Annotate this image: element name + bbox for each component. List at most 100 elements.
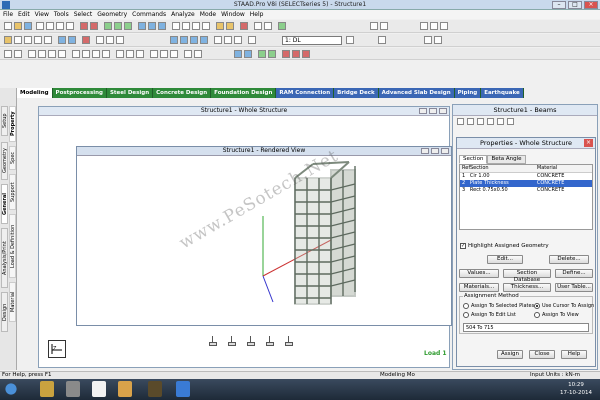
dimension-icon[interactable]	[226, 22, 234, 30]
tab-section[interactable]: Section	[459, 155, 488, 164]
menu-file[interactable]: File	[3, 11, 13, 18]
menu-edit[interactable]: Edit	[18, 11, 30, 18]
table-row[interactable]: 1 Cir 1.00 CONCRETE	[460, 173, 592, 180]
save-icon[interactable]	[24, 22, 32, 30]
tab-piping[interactable]: Piping	[454, 88, 482, 98]
sidebar-tab-design[interactable]: Design	[1, 292, 8, 332]
copy-icon[interactable]	[56, 22, 64, 30]
sidebar-tab-load-definition[interactable]: Load & Definition	[9, 214, 16, 278]
open-file-icon[interactable]	[14, 22, 22, 30]
merge-beams-icon[interactable]	[126, 50, 134, 58]
table-row[interactable]: 3 Rect 0.75x0.50 CONCRETE	[460, 187, 592, 194]
sidebar-tab-property[interactable]: Property	[9, 106, 16, 142]
symbols-icon[interactable]	[258, 50, 266, 58]
beams-toolbar-icon[interactable]	[507, 118, 514, 125]
sidebar-tab-support[interactable]: Support	[9, 174, 16, 210]
rendered-view-window[interactable]: Structure1 - Rendered View	[76, 146, 452, 326]
view-side-icon[interactable]	[182, 22, 190, 30]
snap-node-icon[interactable]	[4, 50, 12, 58]
sidebar-tab-material[interactable]: Material	[9, 282, 16, 322]
select-nodes-icon[interactable]	[104, 22, 112, 30]
select-parallel-icon[interactable]	[106, 36, 114, 44]
zoom-window-icon[interactable]	[190, 36, 198, 44]
use-cursor-radio[interactable]: Use Cursor To Assign	[534, 303, 594, 309]
add-solid-icon[interactable]	[440, 22, 448, 30]
highlight-checkbox[interactable]: ✓	[460, 243, 466, 249]
translational-repeat-icon[interactable]	[28, 50, 36, 58]
radio-dot[interactable]	[534, 303, 540, 309]
highlight-geometry-option[interactable]: ✓ Highlight Assigned Geometry	[460, 243, 549, 249]
delete-button[interactable]: Delete...	[549, 255, 589, 264]
media-player-icon[interactable]	[66, 381, 80, 397]
view-3d-icon[interactable]	[234, 50, 242, 58]
plates-cursor-icon[interactable]	[34, 36, 42, 44]
label-icon[interactable]	[216, 22, 224, 30]
physical-member-icon[interactable]	[82, 36, 90, 44]
cut-section-icon[interactable]	[248, 36, 256, 44]
query-icon[interactable]	[254, 22, 262, 30]
add-beam-between-icon[interactable]	[92, 50, 100, 58]
load-dropdown-icon[interactable]	[346, 36, 354, 44]
new-file-icon[interactable]	[4, 22, 12, 30]
pan-icon[interactable]	[148, 22, 156, 30]
labels-icon[interactable]	[268, 50, 276, 58]
beams-cursor-icon[interactable]	[24, 36, 32, 44]
geometry-cursor-icon[interactable]	[58, 36, 66, 44]
assign-to-view-radio[interactable]: Assign To View	[534, 312, 579, 318]
rotate-icon[interactable]	[138, 22, 146, 30]
plate-stress-icon[interactable]	[434, 36, 442, 44]
load-case-select[interactable]: 1: DL	[282, 36, 342, 45]
sidebar-tab-general[interactable]: General	[1, 184, 8, 224]
file-explorer-icon[interactable]	[40, 381, 54, 397]
zoom-icon[interactable]	[158, 22, 166, 30]
view-rotate-x-icon[interactable]	[244, 50, 252, 58]
close-dialog-button[interactable]: Close	[529, 350, 555, 359]
connect-beams-icon[interactable]	[102, 50, 110, 58]
menu-geometry[interactable]: Geometry	[97, 11, 127, 18]
beams-toolbar-icon[interactable]	[457, 118, 464, 125]
display-window-icon[interactable]	[214, 36, 222, 44]
paste-icon[interactable]	[66, 22, 74, 30]
properties-close-icon[interactable]: ×	[584, 139, 593, 147]
table-row[interactable]: 2 Plate Thickness CONCRETE	[460, 180, 592, 187]
menu-view[interactable]: View	[35, 11, 49, 18]
show-loads-icon[interactable]	[282, 50, 290, 58]
solids-cursor-icon[interactable]	[44, 36, 52, 44]
sidebar-tab-setup[interactable]: Setup	[1, 106, 8, 136]
surface-cursor-icon[interactable]	[68, 36, 76, 44]
render-icon[interactable]	[278, 22, 286, 30]
staad-icon[interactable]	[118, 381, 132, 397]
new-view-icon[interactable]	[224, 36, 232, 44]
cut-icon[interactable]	[46, 22, 54, 30]
sidebar-tab-geometry[interactable]: Geometry	[1, 142, 8, 180]
mirror-icon[interactable]	[48, 50, 56, 58]
select-cursor-icon[interactable]	[4, 36, 12, 44]
tab-foundation-design[interactable]: Foundation Design	[211, 88, 277, 98]
maximize-view-button[interactable]	[429, 108, 437, 114]
split-beam-icon[interactable]	[184, 50, 192, 58]
radio-dot[interactable]	[463, 312, 469, 318]
report-icon[interactable]	[264, 22, 272, 30]
tab-modeling[interactable]: Modeling	[17, 88, 53, 98]
snap-beam-icon[interactable]	[14, 50, 22, 58]
assign-button[interactable]: Assign	[497, 350, 523, 359]
close-view-button[interactable]	[439, 108, 447, 114]
help-button[interactable]: Help	[561, 350, 587, 359]
add-beam-icon[interactable]	[420, 22, 428, 30]
edit-list-field[interactable]: 504 To 715	[463, 323, 589, 332]
view-top-icon[interactable]	[192, 22, 200, 30]
zoom-in-icon[interactable]	[170, 36, 178, 44]
menu-tools[interactable]: Tools	[54, 11, 69, 18]
edit-button[interactable]: Edit...	[487, 255, 523, 264]
tab-postprocessing[interactable]: Postprocessing	[52, 88, 107, 98]
rendered-maximize-button[interactable]	[431, 148, 439, 154]
user-table-button[interactable]: User Table...	[555, 283, 593, 292]
tab-bridge-deck[interactable]: Bridge Deck	[334, 88, 379, 98]
stretch-icon[interactable]	[194, 50, 202, 58]
materials-button[interactable]: Materials...	[459, 283, 499, 292]
view-front-icon[interactable]	[172, 22, 180, 30]
show-sections-icon[interactable]	[302, 50, 310, 58]
tab-advanced-slab-design[interactable]: Advanced Slab Design	[378, 88, 455, 98]
word-icon[interactable]	[176, 381, 190, 397]
zoom-out-icon[interactable]	[180, 36, 188, 44]
